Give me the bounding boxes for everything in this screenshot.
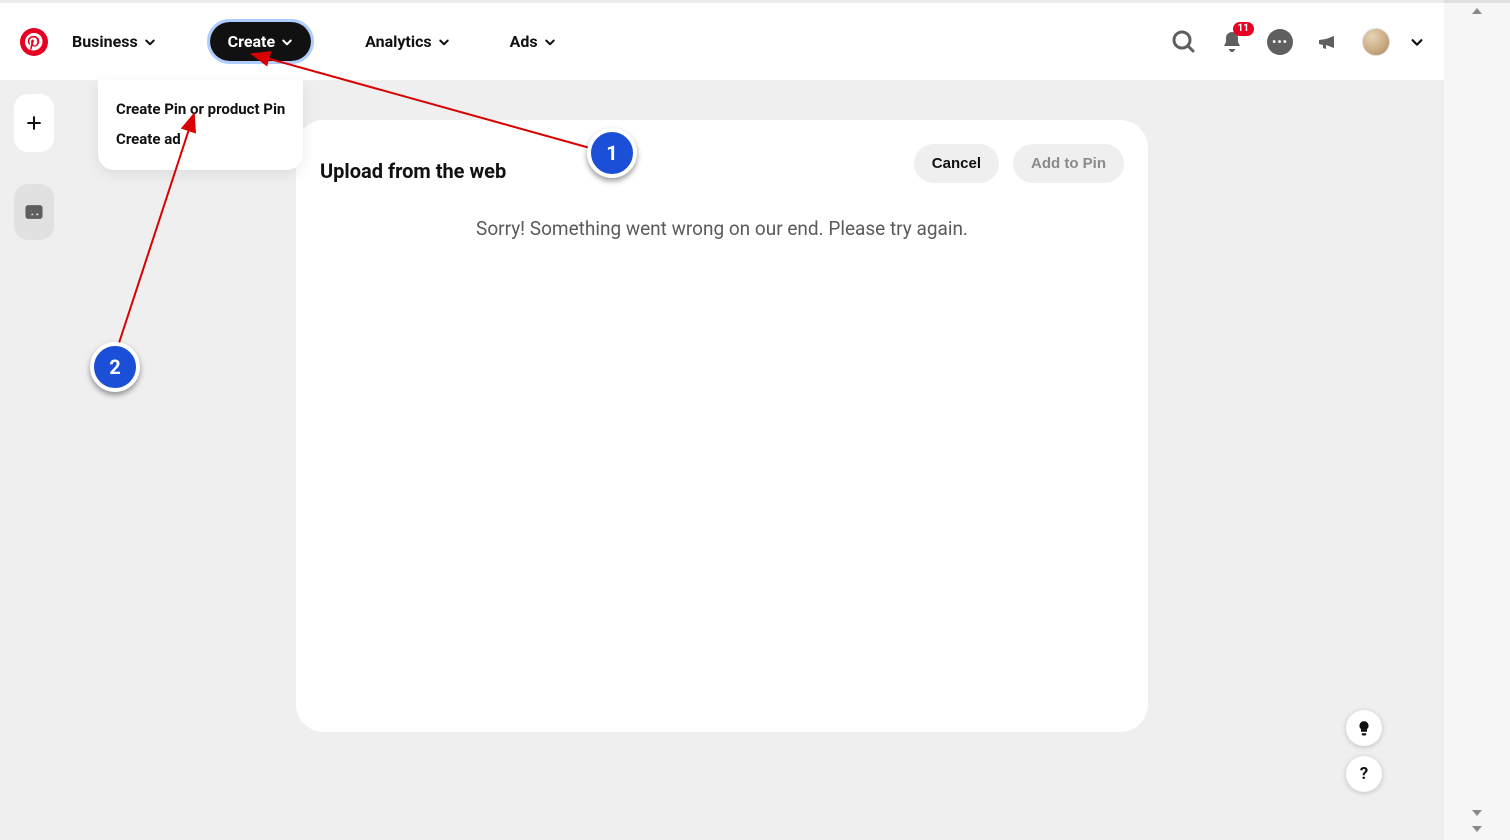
cancel-button[interactable]: Cancel: [914, 144, 999, 183]
scroll-down-icon: [1472, 826, 1482, 832]
create-dropdown: Create Pin or product Pin Create ad: [98, 80, 303, 170]
nav-analytics-label: Analytics: [365, 32, 432, 51]
dropdown-create-ad[interactable]: Create ad: [116, 124, 285, 154]
panel-actions: Cancel Add to Pin: [914, 144, 1124, 183]
megaphone-icon: [1316, 30, 1340, 54]
scroll-down-icon: [1472, 810, 1482, 816]
chevron-down-icon: [544, 36, 556, 48]
annotation-marker-2: 2: [90, 342, 140, 392]
upload-panel: Upload from the web Cancel Add to Pin So…: [296, 120, 1148, 732]
dropdown-create-pin[interactable]: Create Pin or product Pin: [116, 94, 285, 124]
notification-badge: 11: [1233, 22, 1254, 36]
top-header: Business Create Analytics Ads: [0, 3, 1444, 80]
nav-ads-label: Ads: [510, 32, 538, 51]
nav-ads[interactable]: Ads: [504, 22, 562, 61]
notifications-button[interactable]: 11: [1218, 28, 1246, 56]
nav-analytics[interactable]: Analytics: [359, 22, 456, 61]
error-message: Sorry! Something went wrong on our end. …: [476, 217, 968, 240]
lightbulb-icon: [1355, 719, 1373, 737]
nav-create[interactable]: Create: [210, 22, 311, 61]
chevron-down-icon: [438, 36, 450, 48]
pinterest-icon: [25, 33, 43, 51]
search-icon: [1172, 30, 1196, 54]
panel-title: Upload from the web: [320, 159, 506, 183]
messages-button[interactable]: •••: [1266, 28, 1294, 56]
image-icon: [24, 202, 44, 222]
header-left: Business Create Analytics Ads: [20, 22, 562, 61]
panel-header: Upload from the web Cancel Add to Pin: [320, 144, 1124, 183]
add-to-pin-button: Add to Pin: [1013, 144, 1124, 183]
scroll-up-icon: [1472, 8, 1482, 14]
pinterest-logo[interactable]: [20, 28, 48, 56]
rail-image-button[interactable]: [14, 184, 54, 240]
nav-business[interactable]: Business: [66, 22, 162, 61]
browser-scrollbar[interactable]: [1444, 0, 1510, 840]
help-label: ?: [1360, 764, 1368, 784]
rail-add-button[interactable]: [14, 94, 54, 152]
nav-create-label: Create: [228, 32, 275, 51]
avatar[interactable]: [1362, 28, 1390, 56]
chevron-down-icon: [144, 36, 156, 48]
messages-icon: •••: [1267, 29, 1293, 55]
header-right: 11 •••: [1170, 28, 1424, 56]
chevron-down-icon: [281, 36, 293, 48]
search-button[interactable]: [1170, 28, 1198, 56]
announce-button[interactable]: [1314, 28, 1342, 56]
annotation-marker-1: 1: [587, 128, 637, 178]
nav-business-label: Business: [72, 32, 138, 51]
account-chevron-icon[interactable]: [1410, 35, 1424, 49]
left-rail: [14, 94, 54, 240]
fab-hint[interactable]: [1346, 710, 1382, 746]
plus-icon: [24, 113, 44, 133]
fab-help[interactable]: ?: [1346, 756, 1382, 792]
